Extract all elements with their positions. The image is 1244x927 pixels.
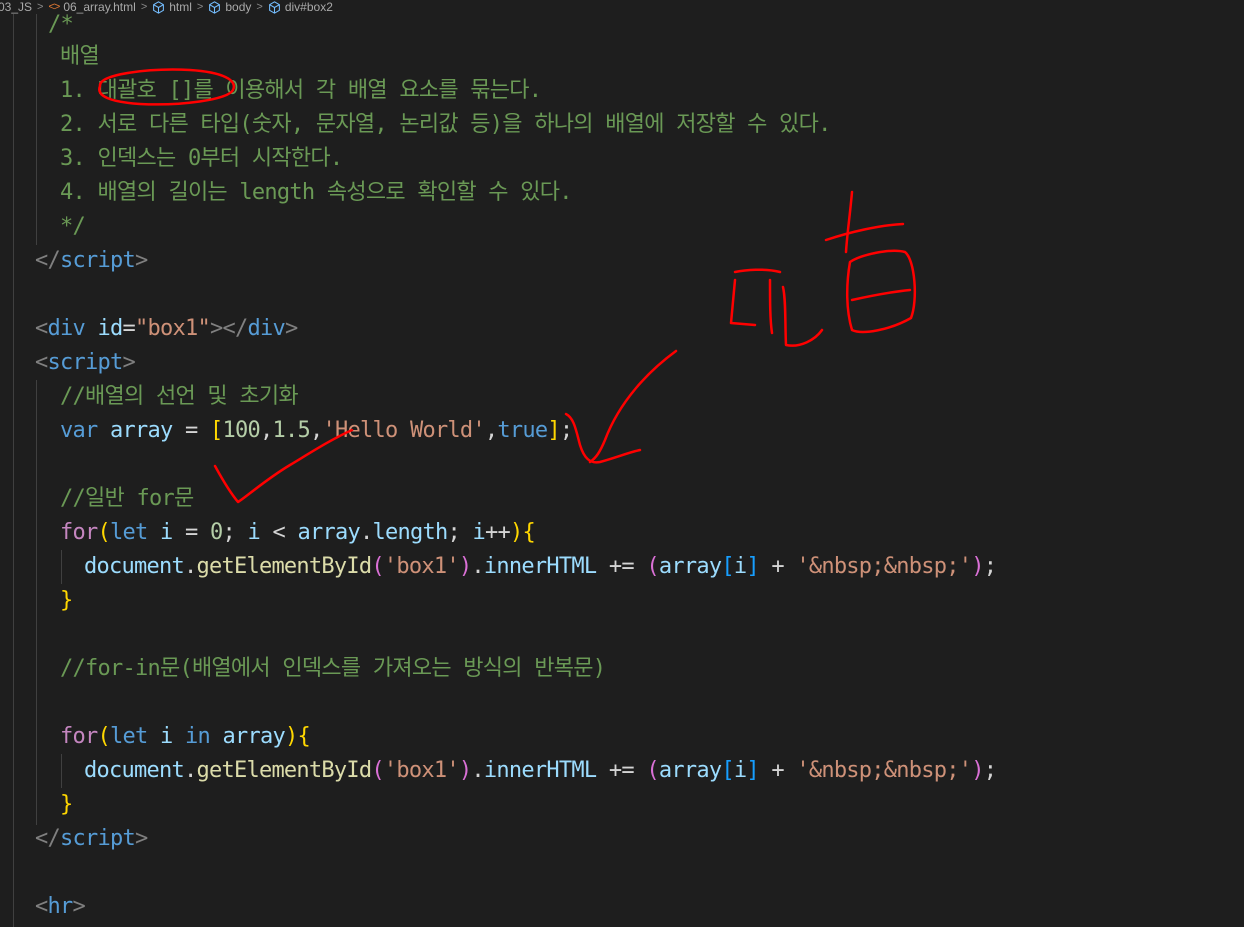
code-line: <script> [35, 350, 136, 375]
code-line: </script> [35, 248, 148, 273]
string-literal: 'box1' [383, 554, 460, 579]
breadcrumb-folder[interactable]: 03_JS [0, 0, 32, 14]
comment-text: */ [60, 214, 86, 239]
breadcrumb-item-label: div#box2 [284, 0, 333, 14]
keyword: in [185, 724, 211, 749]
string-literal: 'box1' [383, 758, 460, 783]
indent-guide [13, 10, 14, 927]
element-cube-icon [209, 0, 221, 14]
variable: array [222, 724, 286, 749]
code-line: document.getElementById('box1').innerHTM… [84, 758, 997, 783]
code-line: //일반 for문 [60, 482, 194, 516]
variable: array [110, 418, 173, 443]
code-line: 배열 [60, 40, 100, 74]
tag-name: script [60, 248, 136, 273]
code-line: 1. 대괄호 []를 이용해서 각 배열 요소를 묶는다. [60, 74, 542, 108]
code-line: //for-in문(배열에서 인덱스를 가져오는 방식의 반복문) [60, 652, 606, 686]
string-literal: '&nbsp;&nbsp;' [796, 554, 972, 579]
comment-text: 4. 배열의 길이는 length 속성으로 확인할 수 있다. [60, 180, 573, 205]
tag-name: script [47, 350, 124, 375]
tag-name: div [247, 316, 285, 341]
keyword: let [110, 520, 148, 545]
indent-guide [36, 380, 37, 825]
number-literal: 100 [222, 418, 260, 443]
element-cube-icon [268, 0, 280, 14]
comment-text: //for-in문(배열에서 인덱스를 가져오는 방식의 반복문) [60, 656, 606, 681]
comment-text: /* [48, 12, 74, 37]
chevron-right-icon: > [37, 1, 44, 13]
function-name: getElementById [196, 758, 372, 783]
code-line: var array = [100,1.5,'Hello World',true]… [60, 418, 573, 443]
comment-text: //배열의 선언 및 초기화 [60, 384, 299, 409]
indent-guide [36, 10, 37, 245]
breadcrumb-item-label: body [225, 0, 252, 14]
variable: array [658, 758, 722, 783]
string-literal: 'Hello World' [322, 418, 485, 443]
code-line: for(let i = 0; i < array.length; i++){ [60, 520, 536, 545]
code-line: <hr> [35, 894, 86, 919]
breadcrumb-folder-label: 03_JS [0, 0, 33, 14]
variable: document [84, 758, 185, 783]
breadcrumb-file[interactable]: <> 06_array.html [48, 0, 135, 14]
code-line: </script> [35, 826, 148, 851]
breadcrumb: 03_JS > <> 06_array.html > html > body >… [0, 0, 1244, 14]
code-line: 4. 배열의 길이는 length 속성으로 확인할 수 있다. [60, 176, 573, 210]
variable: document [84, 554, 185, 579]
comment-text: //일반 for문 [60, 486, 194, 511]
code-line: 2. 서로 다른 타입(숫자, 문자열, 논리값 등)을 하나의 배열에 저장할… [60, 108, 831, 142]
string-literal: '&nbsp;&nbsp;' [796, 758, 972, 783]
function-name: getElementById [196, 554, 372, 579]
code-line: //배열의 선언 및 초기화 [60, 380, 299, 414]
breadcrumb-item-div[interactable]: div#box2 [268, 0, 333, 14]
variable: array [297, 520, 361, 545]
variable: i [247, 520, 261, 545]
variable: i [472, 520, 485, 545]
breadcrumb-item-label: html [169, 0, 192, 14]
code-line: */ [60, 210, 86, 244]
breadcrumb-item-body[interactable]: body [208, 0, 251, 14]
property: innerHTML [483, 758, 597, 783]
chevron-right-icon: > [256, 1, 263, 13]
variable: i [733, 758, 747, 783]
attr-value: "box1" [135, 316, 211, 341]
keyword: for [60, 724, 98, 749]
comment-text: 2. 서로 다른 타입(숫자, 문자열, 논리값 등)을 하나의 배열에 저장할… [60, 112, 831, 137]
breadcrumb-file-label: 06_array.html [63, 0, 136, 14]
property: length [372, 520, 448, 545]
tag-name: div [47, 316, 86, 341]
number-literal: 0 [210, 520, 223, 545]
variable: i [160, 724, 173, 749]
breadcrumb-item-html[interactable]: html [152, 0, 192, 14]
code-line: 3. 인덱스는 0부터 시작한다. [60, 142, 343, 176]
code-line: } [60, 588, 73, 613]
comment-text: 배열 [60, 44, 100, 69]
code-editor[interactable]: /* 배열 1. 대괄호 []를 이용해서 각 배열 요소를 묶는다. 2. 서… [0, 0, 1244, 927]
comment-text: 1. 대괄호 []를 이용해서 각 배열 요소를 묶는다. [60, 78, 542, 103]
html-file-icon: <> [48, 1, 60, 13]
variable: i [733, 554, 747, 579]
property: innerHTML [483, 554, 597, 579]
code-line: document.getElementById('box1').innerHTM… [84, 554, 997, 579]
keyword: var [60, 418, 98, 443]
keyword: let [110, 724, 148, 749]
comment-text: 3. 인덱스는 0부터 시작한다. [60, 146, 343, 171]
code-line: } [60, 792, 73, 817]
code-line: for(let i in array){ [60, 724, 311, 749]
boolean-literal: true [497, 418, 548, 443]
attr-name: id [97, 316, 124, 341]
variable: i [160, 520, 173, 545]
variable: array [658, 554, 722, 579]
element-cube-icon [153, 0, 165, 14]
code-line: <div id="box1"></div> [35, 316, 298, 341]
indent-guide [61, 754, 62, 788]
chevron-right-icon: > [196, 1, 204, 13]
tag-name: hr [47, 894, 74, 919]
keyword: for [60, 520, 98, 545]
indent-guide [61, 550, 62, 584]
tag-name: script [60, 826, 136, 851]
chevron-right-icon: > [140, 1, 148, 13]
number-literal: 1.5 [272, 418, 310, 443]
